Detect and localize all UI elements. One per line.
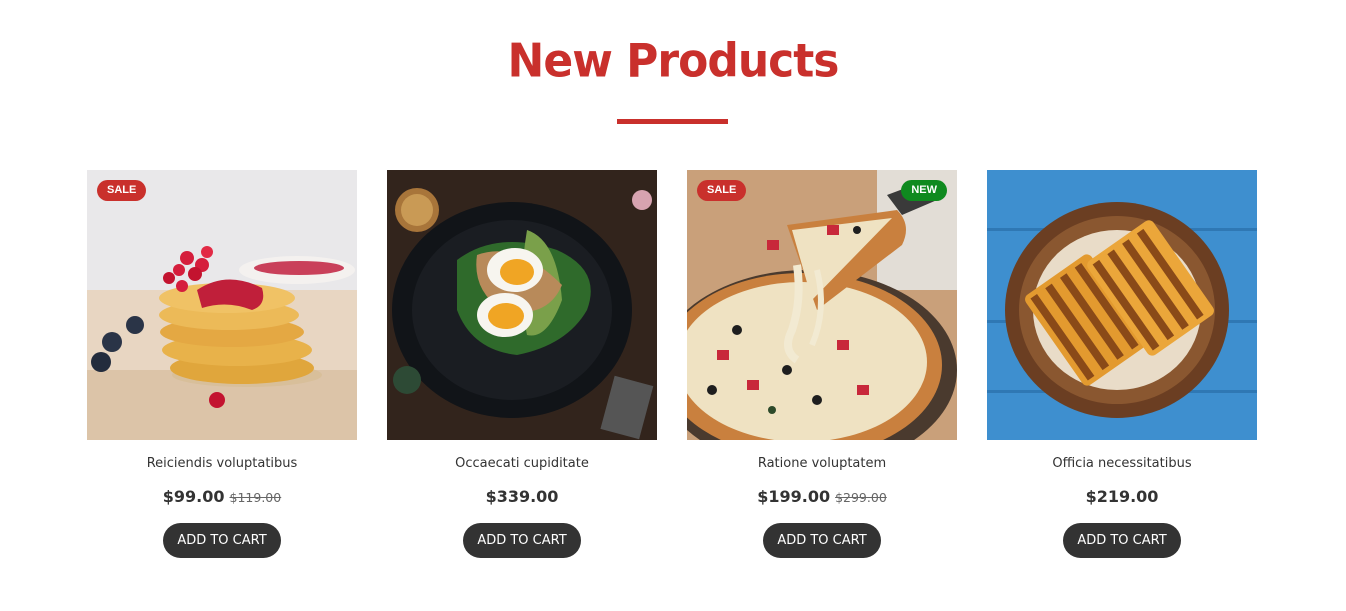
product-image-pancakes[interactable]: SALE [87,170,357,440]
current-price: $99.00 [162,487,225,506]
egg-avocado-image [387,170,657,440]
product-image-sandwich[interactable] [987,170,1257,440]
old-price: $119.00 [229,490,282,505]
current-price: $219.00 [1085,487,1159,506]
product-name[interactable]: Ratione voluptatem [687,456,957,474]
product-grid: SALE Reiciendis voluptatibus $99.00 $119.… [87,170,1257,570]
price-row: $199.00 $299.00 [687,487,957,509]
price-row: $99.00 $119.00 [87,487,357,509]
product-name[interactable]: Occaecati cupiditate [387,456,657,474]
add-to-cart-button[interactable]: ADD TO CART [463,523,581,558]
sandwich-image [987,170,1257,440]
add-to-cart-button[interactable]: ADD TO CART [763,523,881,558]
price-row: $219.00 [987,487,1257,509]
current-price: $339.00 [485,487,559,506]
product-name[interactable]: Reiciendis voluptatibus [87,456,357,474]
price-row: $339.00 [387,487,657,509]
product-card: Occaecati cupiditate $339.00 ADD TO CART [387,170,657,570]
product-image-pizza[interactable]: SALE NEW [687,170,957,440]
pancakes-image [87,170,357,440]
product-card: Officia necessitatibus $219.00 ADD TO CA… [987,170,1257,570]
pizza-image [687,170,957,440]
old-price: $299.00 [835,490,887,505]
add-to-cart-button[interactable]: ADD TO CART [1063,523,1181,558]
product-card: SALE Reiciendis voluptatibus $99.00 $119.… [87,170,357,570]
product-name[interactable]: Officia necessitatibus [987,456,1257,474]
sale-badge: SALE [697,180,747,201]
product-card: SALE NEW Ratione voluptatem $199.00 $299.… [687,170,957,570]
sale-badge: SALE [97,180,147,201]
current-price: $199.00 [757,487,831,506]
section-title: New Products [507,34,840,89]
new-badge: NEW [901,180,947,201]
add-to-cart-button[interactable]: ADD TO CART [163,523,281,558]
product-image-egg-plate[interactable] [387,170,657,440]
title-underline [617,119,728,124]
